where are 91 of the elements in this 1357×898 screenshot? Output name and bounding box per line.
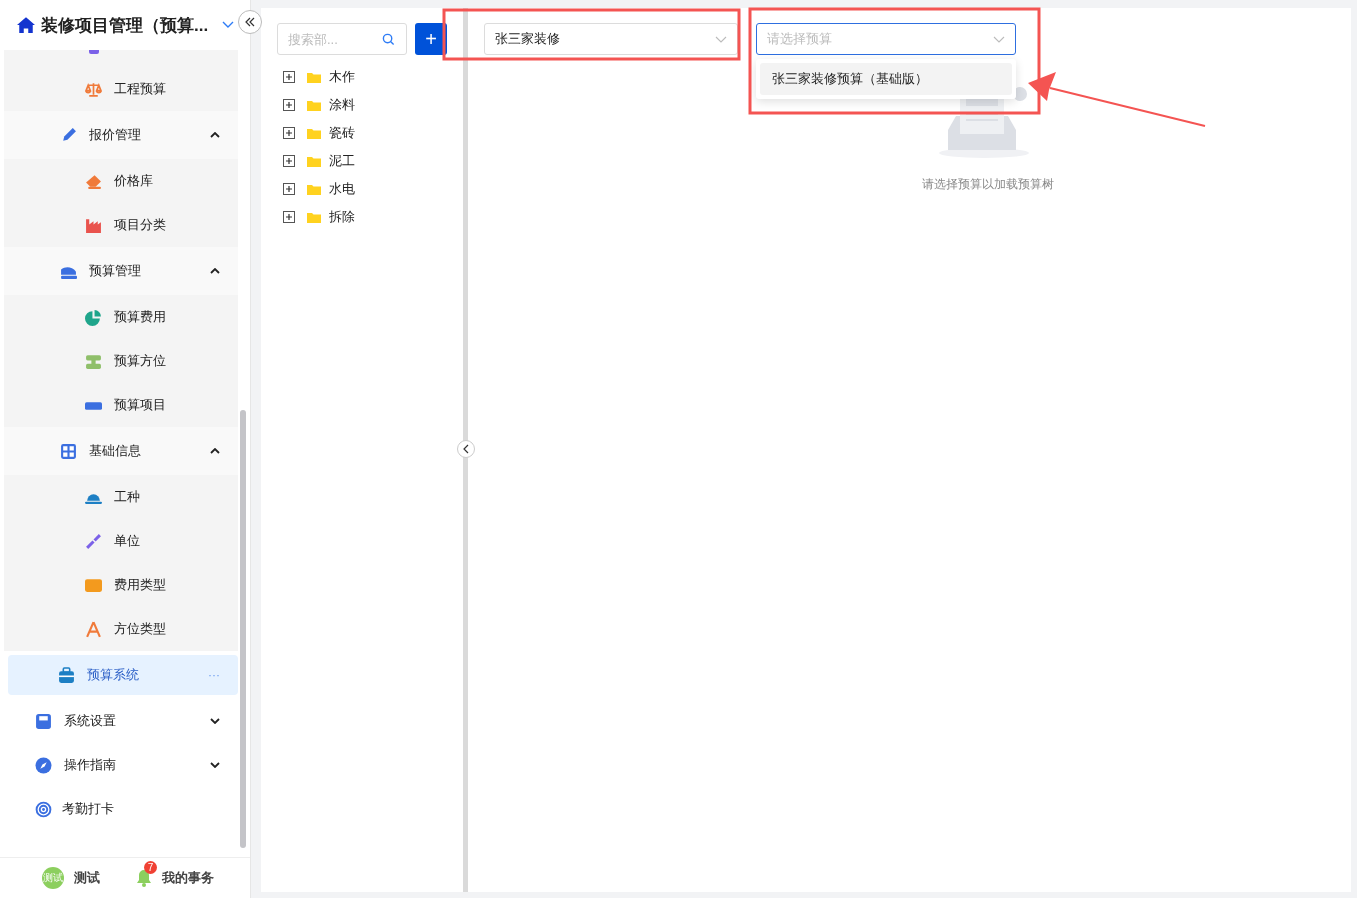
my-tasks-link[interactable]: 我的事务 (162, 869, 214, 887)
menu-item[interactable]: 考勤打卡 (0, 787, 238, 831)
expand-toggle-icon[interactable] (283, 99, 295, 111)
select-placeholder: 请选择预算 (767, 30, 832, 48)
factory-icon (85, 216, 102, 234)
menu-label: 工程预算 (114, 80, 166, 98)
menu-item[interactable]: 预算费用 (4, 295, 238, 339)
menu-label: 报价管理 (89, 126, 141, 144)
expand-toggle-icon[interactable] (283, 155, 295, 167)
caret-icon (210, 762, 220, 768)
menu-label: 预算费用 (114, 308, 166, 326)
menu-label: 预算管理 (89, 262, 141, 280)
menu-item[interactable]: 预算系统 ··· (8, 655, 238, 695)
tree-item[interactable]: 拆除 (329, 208, 355, 226)
folder-icon (307, 127, 321, 139)
user-name: 测试 (74, 869, 100, 887)
menu-label: 方位类型 (114, 620, 166, 638)
search-icon (382, 33, 395, 46)
bell-icon[interactable] (136, 869, 152, 887)
double-chevron-left-icon (245, 17, 255, 27)
chevron-down-icon (715, 35, 727, 43)
menu-label: 价格库 (114, 172, 153, 190)
folder-icon (307, 71, 321, 83)
pie-chart-icon (85, 308, 102, 326)
menu-group[interactable]: 报价管理 (4, 111, 238, 159)
chevron-down-icon[interactable] (222, 21, 235, 29)
menu-label: 工种 (114, 488, 140, 506)
caret-icon (210, 132, 220, 138)
empty-state-message: 请选择预算以加载预算树 (922, 176, 1054, 193)
menu-label: 预算方位 (114, 352, 166, 370)
grid-icon (60, 442, 77, 460)
menu-label: 单位 (114, 532, 140, 550)
app-title: 装修项目管理（预算... (41, 14, 209, 37)
menu-label: 操作指南 (64, 756, 116, 774)
compass-icon (35, 756, 52, 774)
menu-label: 预算系统 (87, 666, 139, 684)
folder-icon (307, 99, 321, 111)
menu-item[interactable]: 预算方位 (4, 339, 238, 383)
briefcase-icon (58, 666, 75, 684)
notification-badge: 7 (144, 861, 157, 874)
home-icon (17, 16, 35, 34)
scale-icon (85, 80, 102, 98)
project-select[interactable]: 张三家装修 (484, 23, 738, 55)
menu-group[interactable]: 基础信息 (4, 427, 238, 475)
select-value: 张三家装修 (495, 30, 560, 48)
menu-item[interactable]: 单位 (4, 519, 238, 563)
tree-item[interactable]: 涂料 (329, 96, 355, 114)
menu-group[interactable]: 系统设置 (0, 699, 238, 743)
menu-group[interactable]: 操作指南 (0, 743, 238, 787)
chevron-left-icon (463, 444, 469, 454)
dropdown-option[interactable]: 张三家装修预算（基础版） (760, 63, 1012, 95)
collapse-panel-button[interactable] (457, 440, 475, 458)
chevron-down-icon (993, 35, 1005, 43)
menu-label: 系统设置 (64, 712, 116, 730)
scrollbar[interactable] (240, 410, 246, 848)
menu-item[interactable]: 工程预算 (4, 67, 238, 111)
folder-icon (307, 211, 321, 223)
tree-item[interactable]: 木作 (329, 68, 355, 86)
tree-item[interactable]: 泥工 (329, 152, 355, 170)
menu-item[interactable]: 价格库 (4, 159, 238, 203)
menu-label: 费用类型 (114, 576, 166, 594)
caret-icon (210, 448, 220, 454)
menu-label: 考勤打卡 (62, 800, 114, 818)
menu-item[interactable]: 工种 (4, 475, 238, 519)
menu-icon (89, 50, 99, 54)
tree-item[interactable]: 瓷砖 (329, 124, 355, 142)
pen-icon (60, 126, 77, 144)
caret-icon (210, 718, 220, 724)
eraser-icon (85, 172, 102, 190)
menu-label: 项目分类 (114, 216, 166, 234)
folder-icon (307, 155, 321, 167)
menu-item[interactable]: 方位类型 (4, 607, 238, 651)
menu-label: 预算项目 (114, 396, 166, 414)
menu-item[interactable]: 预算项目 (4, 383, 238, 427)
screwdriver-icon (85, 532, 102, 550)
collapse-sidebar-button[interactable] (238, 10, 262, 34)
target-icon (35, 800, 52, 818)
menu-group[interactable]: 预算管理 (4, 247, 238, 295)
caret-icon (210, 268, 220, 274)
card-icon (85, 576, 102, 594)
expand-toggle-icon[interactable] (283, 71, 295, 83)
search-field[interactable]: 搜索部... (277, 23, 407, 55)
menu-item[interactable]: 费用类型 (4, 563, 238, 607)
compass-drawing-icon (85, 620, 102, 638)
tree-item[interactable]: 水电 (329, 180, 355, 198)
expand-toggle-icon[interactable] (283, 127, 295, 139)
folder-icon (307, 183, 321, 195)
menu-item[interactable]: 项目分类 (4, 203, 238, 247)
expand-toggle-icon[interactable] (283, 183, 295, 195)
menu-label: 基础信息 (89, 442, 141, 460)
expand-toggle-icon[interactable] (283, 211, 295, 223)
